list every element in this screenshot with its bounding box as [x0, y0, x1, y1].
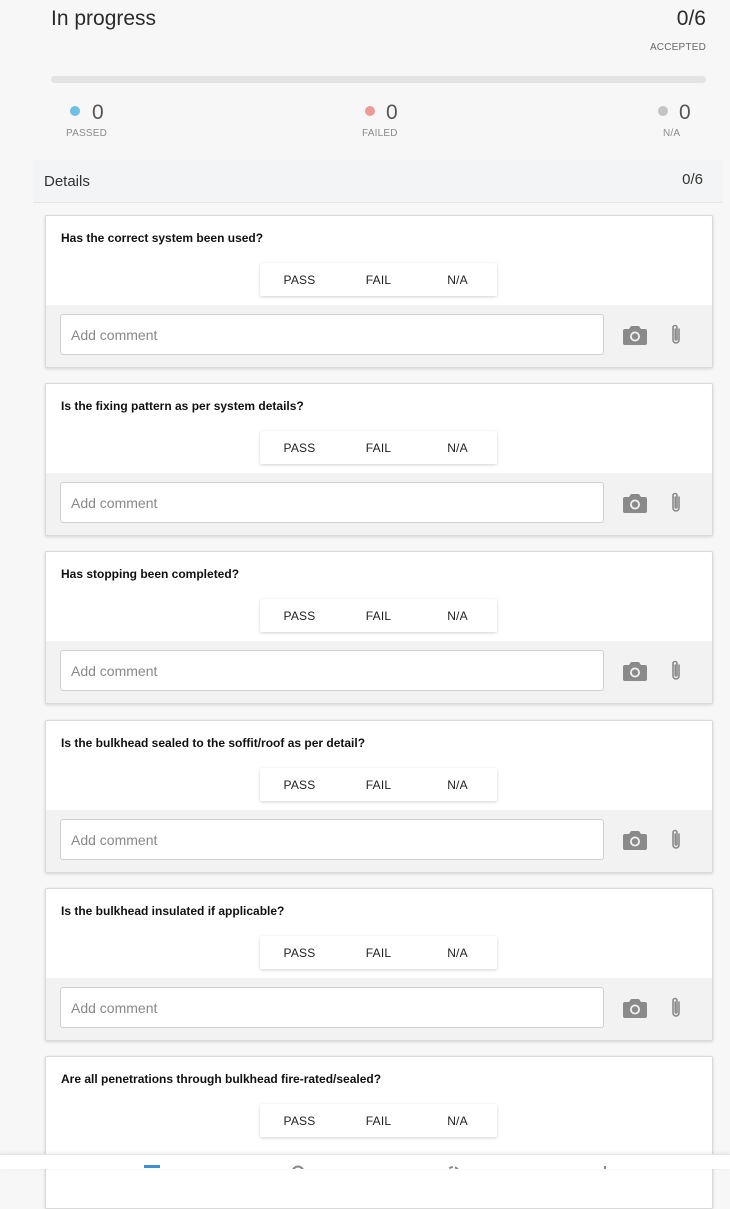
checklist-item: Is the fixing pattern as per system deta… [45, 383, 713, 536]
question-text: Is the fixing pattern as per system deta… [61, 399, 304, 413]
comment-input[interactable] [60, 482, 604, 523]
na-dot-icon [658, 106, 668, 116]
na-button[interactable]: N/A [418, 431, 497, 464]
comment-row [46, 641, 712, 703]
paperclip-icon[interactable] [668, 323, 684, 347]
passed-count: 0 [92, 101, 104, 124]
failed-count: 0 [386, 101, 398, 124]
question-text: Are all penetrations through bulkhead fi… [61, 1072, 382, 1086]
search-icon[interactable] [290, 1164, 308, 1169]
checklist-item: Are all penetrations through bulkhead fi… [45, 1056, 713, 1209]
na-button[interactable]: N/A [418, 1104, 497, 1137]
fail-button[interactable]: FAIL [339, 1104, 418, 1137]
comment-input[interactable] [60, 819, 604, 860]
question-text: Is the bulkhead insulated if applicable? [61, 904, 285, 918]
comment-row [46, 978, 712, 1040]
comment-row [46, 810, 712, 872]
passed-dot-icon [70, 106, 80, 116]
comment-input[interactable] [60, 650, 604, 691]
checklist-item: Has the correct system been used? PASS F… [45, 215, 713, 368]
fail-button[interactable]: FAIL [339, 431, 418, 464]
fail-button[interactable]: FAIL [339, 768, 418, 801]
pass-button[interactable]: PASS [260, 263, 339, 296]
question-text: Has stopping been completed? [61, 567, 240, 581]
na-button[interactable]: N/A [418, 599, 497, 632]
camera-icon[interactable] [623, 830, 647, 850]
details-title: Details [44, 173, 90, 190]
na-count: 0 [679, 101, 691, 124]
bottom-nav [0, 1154, 730, 1169]
paperclip-icon[interactable] [668, 996, 684, 1020]
accepted-count: 0/6 [676, 7, 706, 30]
camera-icon[interactable] [623, 998, 647, 1018]
fail-button[interactable]: FAIL [339, 263, 418, 296]
result-button-group: PASS FAIL N/A [260, 599, 497, 632]
camera-icon[interactable] [623, 493, 647, 513]
pass-button[interactable]: PASS [260, 936, 339, 969]
pass-button[interactable]: PASS [260, 1104, 339, 1137]
na-button[interactable]: N/A [418, 263, 497, 296]
fail-button[interactable]: FAIL [339, 599, 418, 632]
question-text: Is the bulkhead sealed to the soffit/roo… [61, 736, 366, 750]
paperclip-icon[interactable] [668, 828, 684, 852]
list-icon[interactable] [143, 1164, 161, 1169]
pass-button[interactable]: PASS [260, 431, 339, 464]
checklist-item: Has stopping been completed? PASS FAIL N… [45, 551, 713, 704]
details-header: Details 0/6 [33, 160, 723, 203]
result-button-group: PASS FAIL N/A [260, 1104, 497, 1137]
comment-input[interactable] [60, 987, 604, 1028]
na-button[interactable]: N/A [418, 768, 497, 801]
paperclip-icon[interactable] [668, 491, 684, 515]
comment-row [46, 473, 712, 535]
failed-dot-icon [365, 106, 375, 116]
checklist-item: Is the bulkhead insulated if applicable?… [45, 888, 713, 1041]
sync-icon[interactable] [444, 1164, 462, 1169]
checklist-item: Is the bulkhead sealed to the soffit/roo… [45, 720, 713, 873]
comment-input[interactable] [60, 314, 604, 355]
passed-label: PASSED [66, 128, 108, 139]
question-text: Has the correct system been used? [61, 231, 264, 245]
failed-label: FAILED [362, 128, 398, 139]
result-button-group: PASS FAIL N/A [260, 768, 497, 801]
progress-bar [51, 76, 706, 83]
pass-button[interactable]: PASS [260, 768, 339, 801]
result-button-group: PASS FAIL N/A [260, 263, 497, 296]
result-button-group: PASS FAIL N/A [260, 936, 497, 969]
add-icon[interactable] [596, 1164, 614, 1169]
details-count: 0/6 [682, 171, 703, 188]
pass-button[interactable]: PASS [260, 599, 339, 632]
fail-button[interactable]: FAIL [339, 936, 418, 969]
accepted-label: ACCEPTED [649, 42, 706, 53]
comment-row [46, 305, 712, 367]
camera-icon[interactable] [623, 661, 647, 681]
result-button-group: PASS FAIL N/A [260, 431, 497, 464]
page-title: In progress [51, 7, 157, 30]
na-label: N/A [663, 128, 681, 139]
camera-icon[interactable] [623, 325, 647, 345]
na-button[interactable]: N/A [418, 936, 497, 969]
paperclip-icon[interactable] [668, 659, 684, 683]
